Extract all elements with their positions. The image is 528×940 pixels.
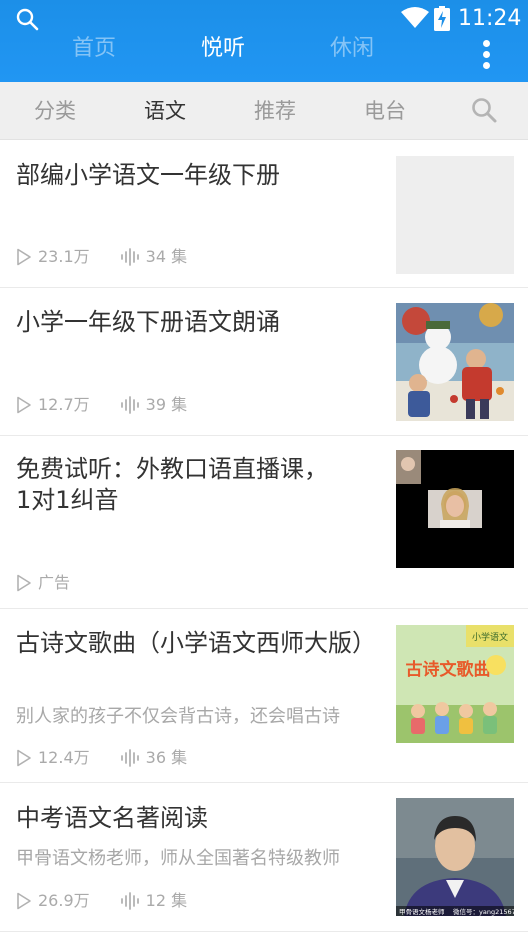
item-title: 小学一年级下册语文朗诵	[16, 308, 280, 336]
item-meta: 广告	[16, 572, 70, 594]
episode-count: 36 集	[145, 748, 188, 767]
list-item[interactable]: 中考语文名著阅读 甲骨语文杨老师，师从全国著名特级教师 26.9万 12 集 甲…	[0, 784, 528, 932]
item-meta: 12.7万 39 集	[16, 394, 187, 416]
status-bar: 11:24	[0, 0, 528, 36]
play-icon	[17, 892, 31, 910]
play-count: 12.4万	[38, 748, 90, 767]
category-tab-recommend[interactable]: 推荐	[244, 96, 306, 126]
tab-listen[interactable]: 悦听	[191, 34, 255, 64]
audio-wave-icon	[120, 749, 139, 767]
wifi-icon	[401, 7, 429, 28]
item-description: 甲骨语文杨老师，师从全国著名特级教师	[16, 848, 340, 869]
episode-count: 12 集	[145, 891, 188, 910]
category-tab-chinese[interactable]: 语文	[134, 96, 196, 126]
category-tab-radio[interactable]: 电台	[354, 96, 416, 126]
item-title: 古诗文歌曲（小学语文西师大版）	[16, 629, 376, 657]
ad-video-thumbnail[interactable]	[396, 450, 514, 568]
list-item[interactable]: 古诗文歌曲（小学语文西师大版） 别人家的孩子不仅会背古诗，还会唱古诗 12.4万…	[0, 610, 528, 783]
poster-corner-text: 小学语文	[472, 631, 508, 643]
teacher-caption: 甲骨语文杨老师	[399, 907, 445, 916]
battery-icon	[434, 6, 450, 31]
play-icon	[17, 574, 31, 592]
item-title: 部编小学语文一年级下册	[16, 161, 280, 189]
play-count: 12.7万	[38, 395, 90, 414]
play-icon	[17, 396, 31, 414]
teacher-wechat: 微信号：yang21567	[453, 907, 514, 916]
ad-label: 广告	[38, 573, 71, 592]
app-screen: 11:24 首页 悦听 休闲 分类 语文 推荐 电台 部编小学语文一年级下册 2…	[0, 0, 528, 940]
album-cover-snowman[interactable]	[396, 303, 514, 421]
item-description: 别人家的孩子不仅会背古诗，还会唱古诗	[16, 706, 340, 727]
audio-wave-icon	[120, 396, 139, 414]
search-icon[interactable]	[15, 7, 39, 31]
category-tab-classify[interactable]: 分类	[24, 96, 86, 126]
item-title: 免费试听：外教口语直播课，1对1纠音	[16, 455, 328, 514]
poster-title-text: 古诗文歌曲	[406, 659, 491, 680]
more-vert-icon[interactable]	[476, 38, 498, 72]
album-cover-teacher[interactable]: 甲骨语文杨老师 微信号：yang21567	[396, 798, 514, 916]
tab-home[interactable]: 首页	[62, 34, 126, 64]
list-item[interactable]: 小学一年级下册语文朗诵 12.7万 39 集	[0, 289, 528, 436]
play-icon	[17, 749, 31, 767]
episode-count: 34 集	[145, 247, 188, 266]
album-cover-placeholder[interactable]	[396, 156, 514, 274]
item-title: 中考语文名著阅读	[16, 804, 208, 832]
ad-list-item[interactable]: 免费试听：外教口语直播课，1对1纠音 广告	[0, 437, 528, 609]
category-tab-bar: 分类 语文 推荐 电台	[0, 82, 528, 140]
tab-leisure[interactable]: 休闲	[320, 34, 384, 64]
play-icon	[17, 248, 31, 266]
play-count: 26.9万	[38, 891, 90, 910]
item-meta: 12.4万 36 集	[16, 747, 187, 769]
episode-count: 39 集	[145, 395, 188, 414]
list-item[interactable]: 部编小学语文一年级下册 23.1万 34 集	[0, 140, 528, 288]
status-time: 11:24	[458, 6, 522, 31]
audio-wave-icon	[120, 248, 139, 266]
play-count: 23.1万	[38, 247, 90, 266]
search-icon[interactable]	[470, 96, 498, 124]
item-meta: 23.1万 34 集	[16, 246, 187, 268]
item-meta: 26.9万 12 集	[16, 890, 187, 912]
album-cover-poem-songs[interactable]: 小学语文 古诗文歌曲	[396, 625, 514, 743]
audio-wave-icon	[120, 892, 139, 910]
app-header: 11:24 首页 悦听 休闲	[0, 0, 528, 82]
